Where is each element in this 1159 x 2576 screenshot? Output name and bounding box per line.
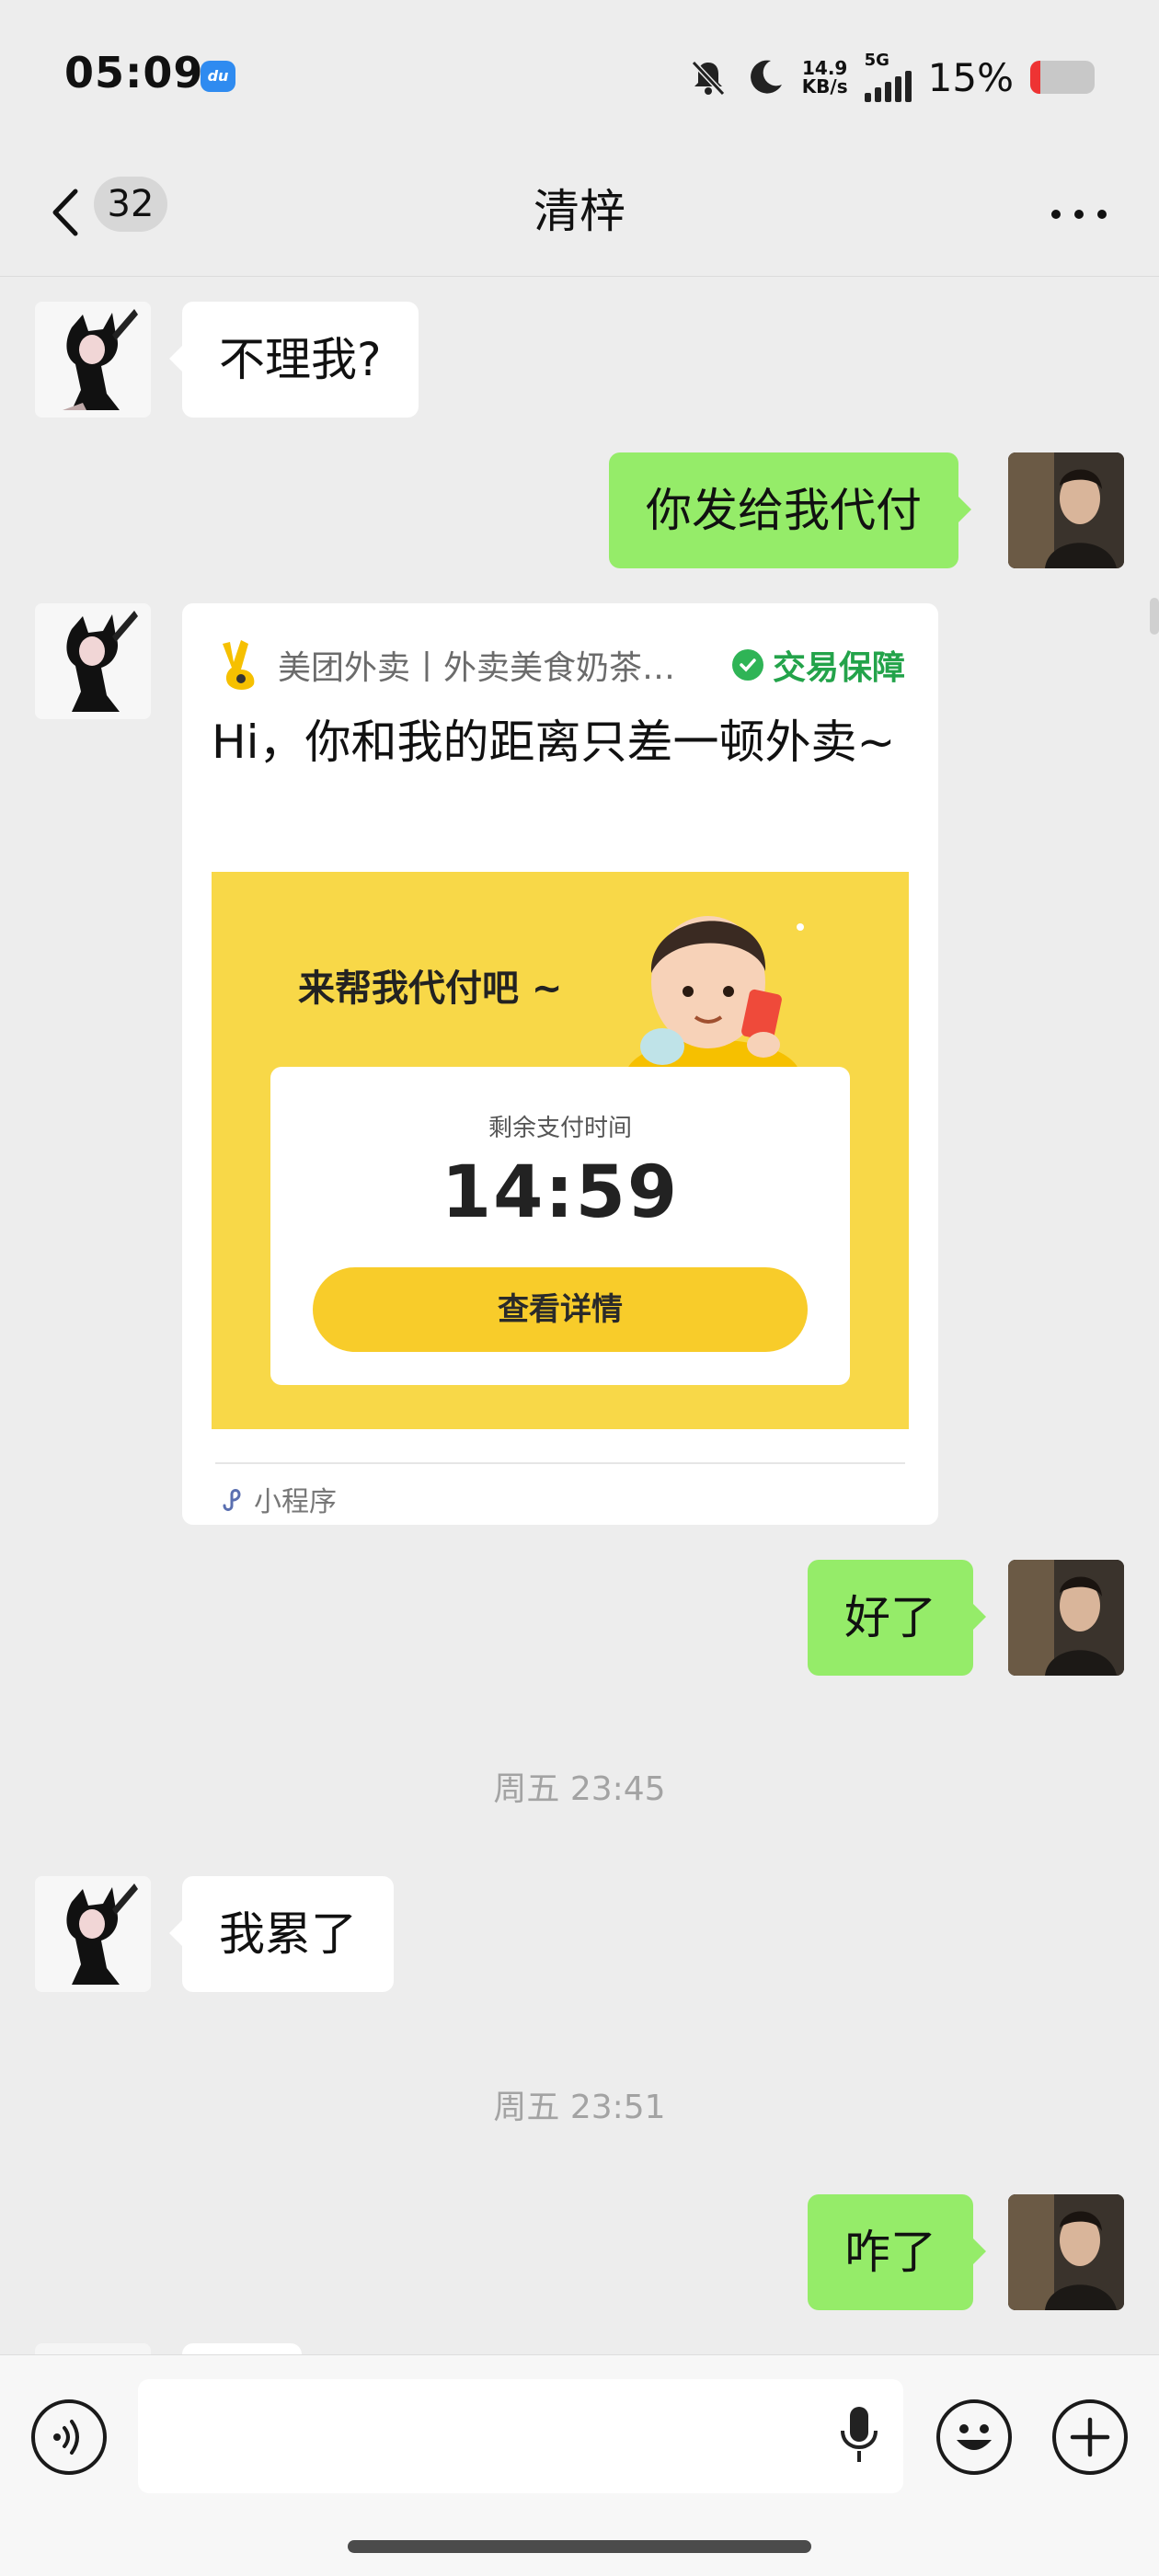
my-avatar[interactable] — [1008, 2194, 1124, 2310]
battery-icon — [1030, 61, 1095, 94]
mini-program-label: 小程序 — [254, 1486, 337, 1518]
card-footer: 小程序 — [219, 1479, 337, 1519]
voice-mode-icon[interactable] — [31, 2399, 107, 2475]
status-bar: 05:09 du 14.9 KB/s 5G 15% — [0, 0, 1159, 147]
mini-program-source: 美团外卖丨外卖美食奶茶… — [278, 649, 676, 687]
message-timestamp: 周五 23:45 — [493, 1770, 666, 1808]
battery-percent: 15% — [927, 54, 1014, 100]
network-type: 5G — [864, 51, 889, 70]
guarantee-label: 交易保障 — [772, 649, 905, 687]
message-bubble-partial — [182, 2343, 302, 2354]
home-indicator[interactable] — [348, 2540, 811, 2553]
signal-icon — [864, 69, 912, 102]
card-header: 美团外卖丨外卖美食奶茶… 交易保障 — [215, 633, 905, 697]
contact-avatar — [35, 2343, 151, 2354]
countdown-panel: 剩余支付时间 14:59 查看详情 — [270, 1067, 850, 1385]
shield-check-icon — [731, 649, 763, 681]
contact-avatar[interactable] — [35, 1876, 151, 1992]
status-icons: 14.9 KB/s 5G 15% — [688, 50, 1095, 105]
my-avatar[interactable] — [1008, 1560, 1124, 1676]
scroll-indicator — [1150, 598, 1159, 635]
countdown-label: 剩余支付时间 — [488, 1115, 632, 1142]
chat-title: 清梓 — [534, 185, 625, 238]
mini-program-card[interactable]: 美团外卖丨外卖美食奶茶… 交易保障 Hi，你和我的距离只差一顿外卖~ 来帮我代付… — [182, 603, 938, 1525]
trade-guarantee: 交易保障 — [731, 641, 905, 689]
banner-title: 来帮我代付吧 ~ — [298, 967, 563, 1010]
app-notification-icon: du — [201, 61, 235, 92]
message-bubble[interactable]: 我累了 — [169, 1876, 394, 1992]
meituan-logo-icon — [223, 640, 255, 690]
net-speed: 14.9 KB/s — [802, 59, 848, 96]
more-dots-icon[interactable] — [1047, 200, 1111, 228]
message-bubble[interactable]: 好了 — [808, 1560, 986, 1676]
message-bubble[interactable]: 你发给我代付 — [609, 452, 971, 568]
view-details-button[interactable]: 查看详情 — [313, 1267, 808, 1352]
message-timestamp: 周五 23:51 — [493, 2089, 666, 2126]
contact-avatar[interactable] — [35, 603, 151, 719]
net-speed-unit: KB/s — [801, 75, 848, 97]
card-divider — [215, 1462, 905, 1464]
my-avatar[interactable] — [1008, 452, 1124, 568]
moon-icon — [750, 60, 782, 94]
network-indicator: 5G — [864, 51, 912, 102]
plus-icon[interactable] — [1052, 2399, 1128, 2475]
cartoon-character-icon — [625, 916, 804, 1074]
message-bubble[interactable]: 咋了 — [808, 2194, 986, 2310]
message-bubble[interactable]: 不理我? — [169, 302, 419, 418]
contact-avatar[interactable] — [35, 302, 151, 418]
mic-icon[interactable] — [839, 2405, 879, 2466]
net-speed-value: 14.9 — [801, 57, 848, 79]
countdown-timer: 14:59 — [441, 1151, 680, 1234]
card-description: Hi，你和我的距离只差一顿外卖~ — [212, 716, 896, 769]
chat-header: 32 清梓 — [0, 147, 1159, 277]
mini-program-link-icon — [223, 1489, 241, 1511]
card-banner: 来帮我代付吧 ~ 剩余支付时间 14:59 查看详情 — [212, 872, 909, 1429]
message-input[interactable] — [138, 2379, 903, 2493]
clock: 05:09 — [64, 48, 204, 97]
mute-bell-icon — [691, 60, 725, 97]
emoji-icon[interactable] — [936, 2399, 1012, 2475]
